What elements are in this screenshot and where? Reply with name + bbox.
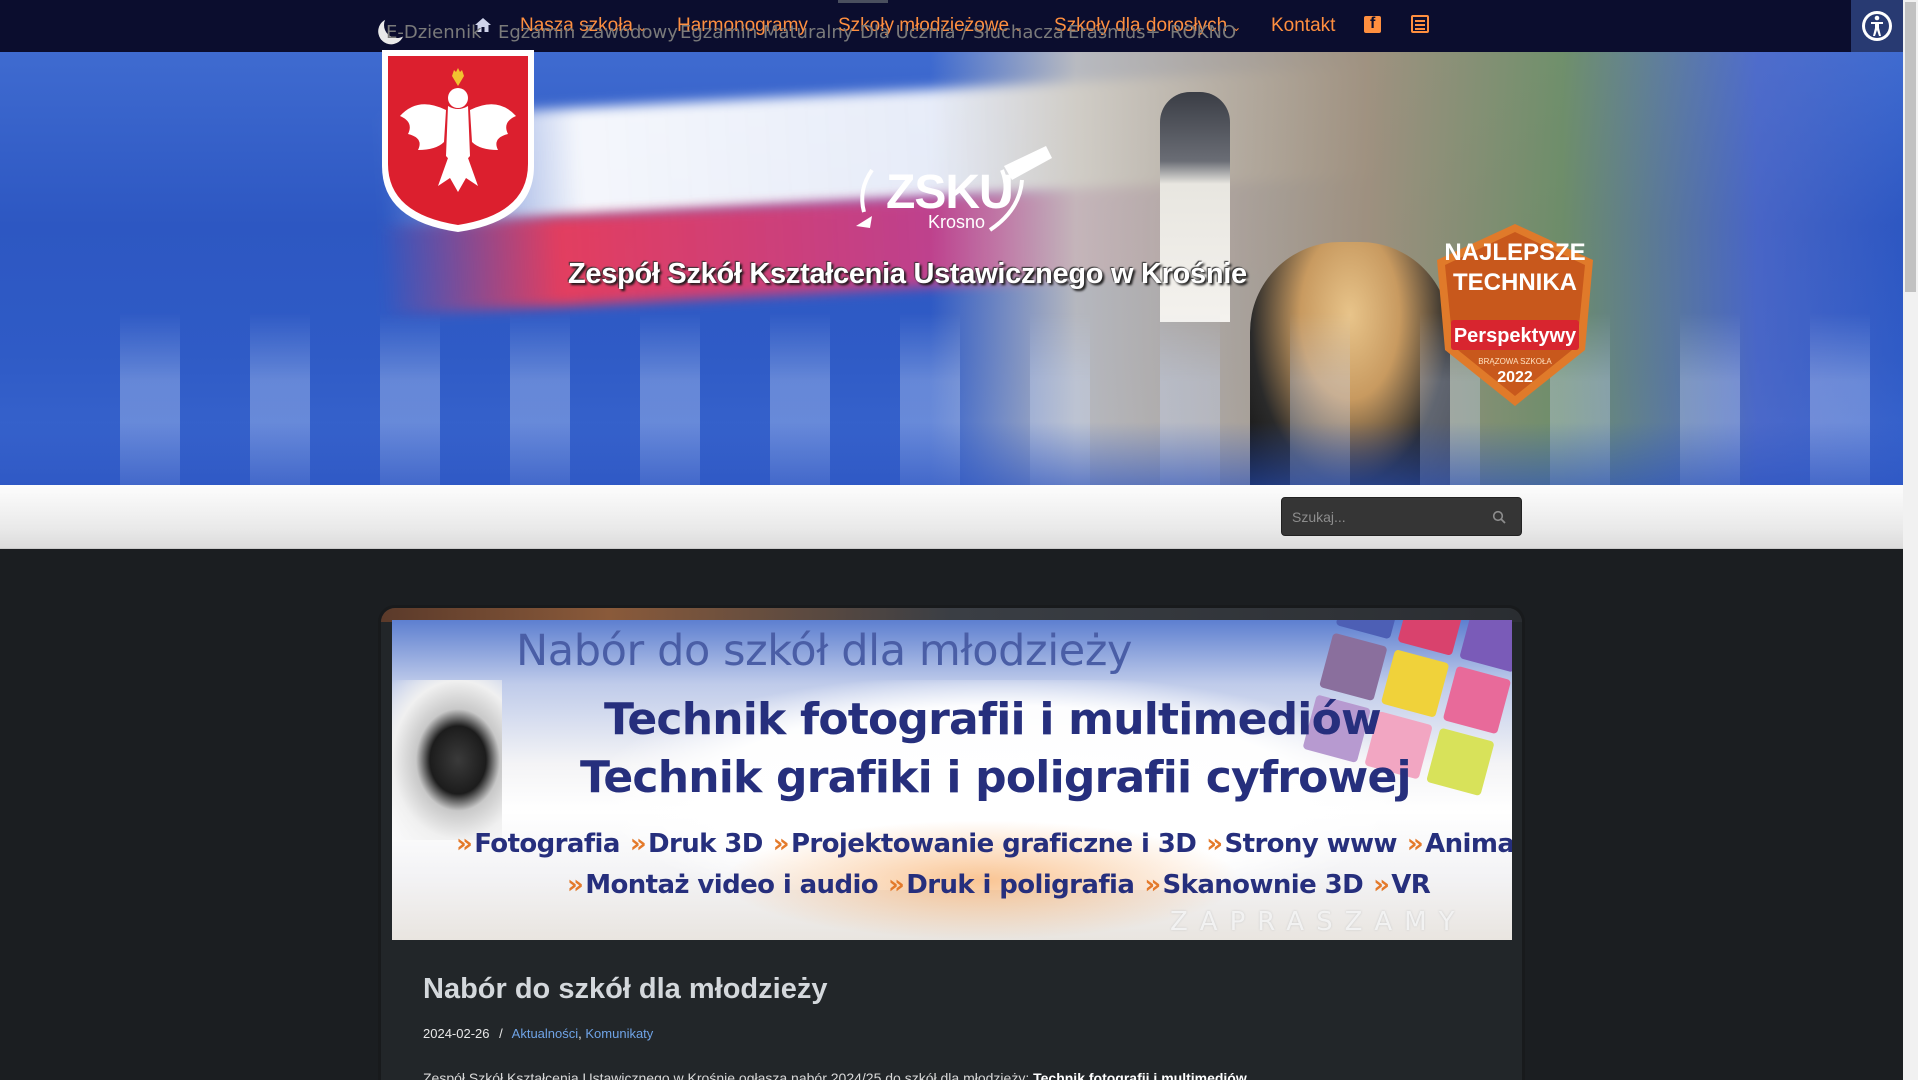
school-logo: ZSKU Krosno [850,140,1060,250]
newspaper-icon[interactable] [1411,15,1429,33]
promo-item: Strony www [1224,829,1397,859]
badge-line2: TECHNIKA [1453,269,1577,296]
post-date: 2024-02-26 [423,1026,490,1041]
category-link-aktualnosci[interactable]: Aktualności [512,1026,578,1041]
award-badge: NAJLEPSZE TECHNIKA Perspektywy BRĄZOWA S… [1425,220,1605,410]
post-title[interactable]: Nabór do szkół dla młodzieży [423,973,827,1006]
nav-label: Kontakt [1271,15,1336,36]
promo-item: Fotografia [474,829,620,859]
submenu-label: ROKNO [1170,21,1237,43]
submenu-item-dla-ucznia[interactable]: Dla Ucznia / Słuchacza [860,0,1064,64]
excerpt-bold: Technik fotografii i multimediów [1033,1070,1247,1080]
facebook-icon[interactable]: f [1364,15,1381,33]
badge-line1: NAJLEPSZE [1444,239,1585,266]
polish-eagle-emblem [382,50,534,232]
badge-line3: Perspektywy [1454,325,1577,347]
promo-item: Druk 3D [648,829,763,859]
meta-separator: / [499,1026,503,1041]
post-excerpt: Zespół Szkół Kształcenia Ustawicznego w … [423,1070,1473,1080]
promo-item: Skanownie 3D [1162,870,1364,900]
submenu-label: Dla Ucznia / Słuchacza [860,21,1064,43]
post-meta: 2024-02-26 / Aktualności, Komunikaty [423,1026,654,1041]
promo-line-2: Technik grafiki i poligrafii cyfrowej [580,752,1412,803]
submenu-item-egzamin-maturalny[interactable]: Egzamin Maturalny [680,0,853,64]
badge-shape: NAJLEPSZE TECHNIKA Perspektywy BRĄZOWA S… [1437,224,1593,406]
submenu-label: E-Dziennik [386,21,482,43]
person-icon [1871,15,1883,36]
accessibility-button[interactable] [1851,0,1903,52]
camera-lens-image [392,680,502,840]
banner-reflection [0,422,1903,485]
promo-row-1: » Fotografia » Druk 3D » Projektowanie graf… [456,829,1512,859]
promo-line-1: Technik fotografii i multimediów [604,694,1382,745]
promo-item: VR [1391,870,1431,900]
submenu-label: Egzamin Zawodowy [498,21,678,43]
search-box [1281,497,1522,536]
promo-item: Projektowanie graficzne i 3D [790,829,1197,859]
logo-subtext: Krosno [928,212,986,232]
submenu-item-egzamin-zawodowy[interactable]: Egzamin Zawodowy [498,0,678,64]
promo-row-2: » Montaż video i audio » Druk i poligrafia… [567,870,1431,900]
promo-footer: ZAPRASZAMY [1170,907,1467,937]
promo-image[interactable]: Nabór do szkół dla młodzieży Technik fot… [392,620,1512,940]
submenu-label: Egzamin Maturalny [680,21,854,43]
search-input[interactable] [1292,507,1482,527]
scrollbar-thumb[interactable] [1905,2,1916,292]
submenu-item-e-dziennik[interactable]: E-Dziennik [386,0,482,64]
submenu-label: Erasmus+ [1068,21,1161,43]
submenu-item-erasmus[interactable]: Erasmus+ [1068,0,1161,64]
search-icon[interactable] [1492,510,1506,524]
secondary-menu [0,485,1903,549]
promo-item: Montaż video i audio [585,870,879,900]
submenu-item-rokno[interactable]: ROKNO [1170,0,1236,64]
badge-line4: BRĄZOWA SZKOŁA [1478,357,1552,366]
nav-item-kontakt[interactable]: Kontakt [1271,0,1335,52]
excerpt-text: Zespół Szkół Kształcenia Ustawicznego w … [423,1070,1030,1080]
promo-heading: Nabór do szkół dla młodzieży [516,626,1133,676]
promo-item: Druk i poligrafia [906,870,1135,900]
site-title: Zespół Szkół Kształcenia Ustawicznego w … [568,258,1247,290]
badge-year: 2022 [1497,369,1533,386]
category-link-komunikaty[interactable]: Komunikaty [585,1026,653,1041]
promo-item: Animacja [1425,829,1512,859]
